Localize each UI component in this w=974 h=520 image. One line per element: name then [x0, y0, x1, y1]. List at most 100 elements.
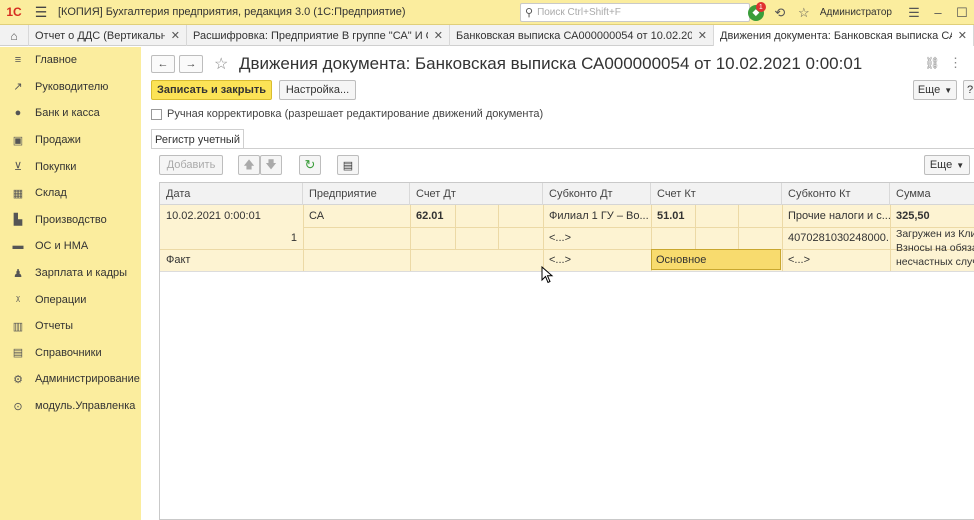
- home-icon[interactable]: ⌂: [0, 25, 29, 46]
- cell-subconto-kt-2[interactable]: 4070281030248000...: [782, 227, 890, 249]
- global-search-input[interactable]: ⚲ Поиск Ctrl+Shift+F: [520, 3, 750, 22]
- column-credit-account[interactable]: Счет Кт: [651, 183, 782, 205]
- cell-credit-account[interactable]: 51.01: [651, 205, 695, 227]
- search-icon: ⚲: [525, 7, 534, 19]
- current-user[interactable]: Администратор: [820, 7, 892, 18]
- cell-subconto-kt-3[interactable]: <...>: [782, 249, 890, 271]
- sidebar-item-operations[interactable]: ᵡ Операции: [0, 286, 141, 313]
- column-debit-account[interactable]: Счет Дт: [410, 183, 543, 205]
- operations-icon: ᵡ: [16, 293, 20, 306]
- module-icon: ⊙: [13, 400, 23, 413]
- close-icon[interactable]: ✕: [698, 29, 707, 42]
- refresh-icon: ↻: [304, 157, 316, 172]
- tab-bank-statement[interactable]: Банковская выписка СА000000054 от 10.02.…: [450, 25, 714, 46]
- books-icon: ▤: [12, 347, 24, 360]
- chevron-down-icon: ▼: [956, 160, 965, 170]
- column-subconto-kt[interactable]: Субконто Кт: [782, 183, 890, 205]
- column-subconto-dt[interactable]: Субконто Дт: [543, 183, 651, 205]
- cell-line-number[interactable]: 1: [160, 227, 297, 249]
- cell-content-1[interactable]: Загружен из Кли: [890, 227, 974, 241]
- checkbox[interactable]: [151, 108, 162, 120]
- table-header: Дата Предприятие Счет Дт Субконто Дт Сче…: [160, 183, 974, 205]
- col-divider: [498, 205, 499, 249]
- maximize-icon[interactable]: ☐: [950, 0, 974, 25]
- page-title: Движения документа: Банковская выписка С…: [239, 54, 863, 73]
- cell-subconto-kt-1[interactable]: Прочие налоги и с...: [782, 205, 890, 227]
- sidebar-item-assets[interactable]: ▬ ОС и НМА: [0, 233, 141, 260]
- sidebar-item-payroll[interactable]: ♟ Зарплата и кадры: [0, 260, 141, 287]
- sidebar-item-sales[interactable]: ▣ Продажи: [0, 127, 141, 154]
- tab-breakdown[interactable]: Расшифровка: Предприятие В группе "СА" И…: [187, 25, 450, 46]
- cell-enterprise[interactable]: СА: [303, 205, 410, 227]
- menu-icon: ≡: [14, 54, 22, 67]
- link-icon[interactable]: ⛓: [925, 56, 940, 70]
- cell-debit-account[interactable]: 62.01: [410, 205, 455, 227]
- close-icon[interactable]: ✕: [434, 29, 443, 42]
- trend-icon: ↗: [13, 81, 23, 94]
- grid-more-button[interactable]: Еще ▼: [924, 155, 970, 175]
- sidebar-item-administration[interactable]: ⚙ Администрирование: [0, 366, 141, 393]
- gear-icon: ⚙: [13, 373, 23, 386]
- sidebar-item-manager[interactable]: ↗ Руководителю: [0, 74, 141, 101]
- warehouse-icon: ▦: [12, 187, 24, 200]
- cell-subconto-dt-3[interactable]: <...>: [543, 249, 651, 271]
- sidebar-item-module[interactable]: ⊙ модуль.Управленка: [0, 393, 141, 420]
- basket-icon: ▣: [12, 134, 24, 147]
- mouse-cursor-icon: [541, 266, 554, 284]
- sidebar-item-main[interactable]: ≡ Главное: [0, 47, 141, 74]
- back-button[interactable]: ←: [151, 55, 175, 73]
- sidebar-item-directories[interactable]: ▤ Справочники: [0, 340, 141, 367]
- cell-subconto-dt-1[interactable]: Филиал 1 ГУ – Во...: [543, 205, 651, 227]
- close-icon[interactable]: ✕: [958, 29, 967, 42]
- cell-content-2[interactable]: Взносы на обяза: [890, 241, 974, 255]
- cell-content-3[interactable]: несчастных случ: [890, 255, 974, 269]
- arrow-left-icon: ←: [157, 58, 169, 70]
- tab-document-movements[interactable]: Движения документа: Банковская выписка С…: [714, 25, 974, 46]
- tab-dds-report[interactable]: Отчет о ДДС (Вертикальный)✕: [29, 25, 187, 46]
- sidebar-item-production[interactable]: ▙ Производство: [0, 207, 141, 234]
- arrow-right-icon: →: [185, 58, 197, 70]
- save-and-close-button[interactable]: Записать и закрыть: [151, 80, 272, 100]
- notifications-button[interactable]: ◆ 1: [744, 0, 768, 25]
- add-button[interactable]: Добавить: [159, 155, 223, 175]
- help-button[interactable]: ?: [963, 80, 974, 100]
- cell-credit-subaccount-selected[interactable]: Основное: [651, 249, 781, 270]
- minimize-icon[interactable]: –: [926, 0, 950, 25]
- tab-accounting-register[interactable]: Регистр учетный: [151, 129, 244, 149]
- reports-icon: ▥: [12, 320, 24, 333]
- close-icon[interactable]: ✕: [171, 29, 180, 42]
- cell-type[interactable]: Факт: [160, 249, 303, 271]
- cell-date[interactable]: 10.02.2021 0:00:01: [160, 205, 303, 227]
- edit-register-button[interactable]: ▤: [337, 155, 359, 175]
- history-icon[interactable]: ⟲: [768, 0, 792, 25]
- sidebar-item-reports[interactable]: ▥ Отчеты: [0, 313, 141, 340]
- document-edit-icon: ▤: [342, 159, 354, 172]
- refresh-button[interactable]: ↻: [299, 155, 321, 175]
- document-movements-form: ← → ☆ Движения документа: Банковская вып…: [141, 47, 974, 520]
- move-down-button[interactable]: 🡇: [260, 155, 282, 175]
- tab-divider: [151, 148, 974, 149]
- cell-amount[interactable]: 325,50: [890, 205, 974, 227]
- hamburger-menu-icon[interactable]: ☰: [28, 0, 54, 25]
- more-button[interactable]: Еще ▼: [913, 80, 957, 100]
- row-divider: [160, 271, 974, 272]
- manual-correction-checkbox[interactable]: Ручная корректировка (разрешает редактир…: [151, 108, 543, 120]
- favorite-star-icon[interactable]: ☆: [214, 54, 228, 74]
- cart-icon: ⊻: [13, 161, 23, 174]
- cell-subconto-dt-2[interactable]: <...>: [543, 227, 651, 249]
- column-date[interactable]: Дата: [160, 183, 303, 205]
- settings-button[interactable]: Настройка...: [279, 80, 356, 100]
- more-actions-icon[interactable]: ⋮: [949, 55, 962, 71]
- sidebar-item-purchases[interactable]: ⊻ Покупки: [0, 153, 141, 180]
- favorites-star-icon[interactable]: ☆: [792, 0, 816, 25]
- settings-menu-icon[interactable]: ☰: [902, 0, 926, 25]
- column-enterprise[interactable]: Предприятие: [303, 183, 410, 205]
- move-up-button[interactable]: 🡅: [238, 155, 260, 175]
- search-placeholder: Поиск Ctrl+Shift+F: [537, 7, 621, 18]
- logo-1c: 1С: [6, 5, 22, 19]
- column-amount[interactable]: Сумма: [890, 183, 974, 205]
- truck-icon: ▬: [12, 240, 24, 253]
- sidebar-item-bank[interactable]: ● Банк и касса: [0, 100, 141, 127]
- sidebar-item-warehouse[interactable]: ▦ Склад: [0, 180, 141, 207]
- forward-button[interactable]: →: [179, 55, 203, 73]
